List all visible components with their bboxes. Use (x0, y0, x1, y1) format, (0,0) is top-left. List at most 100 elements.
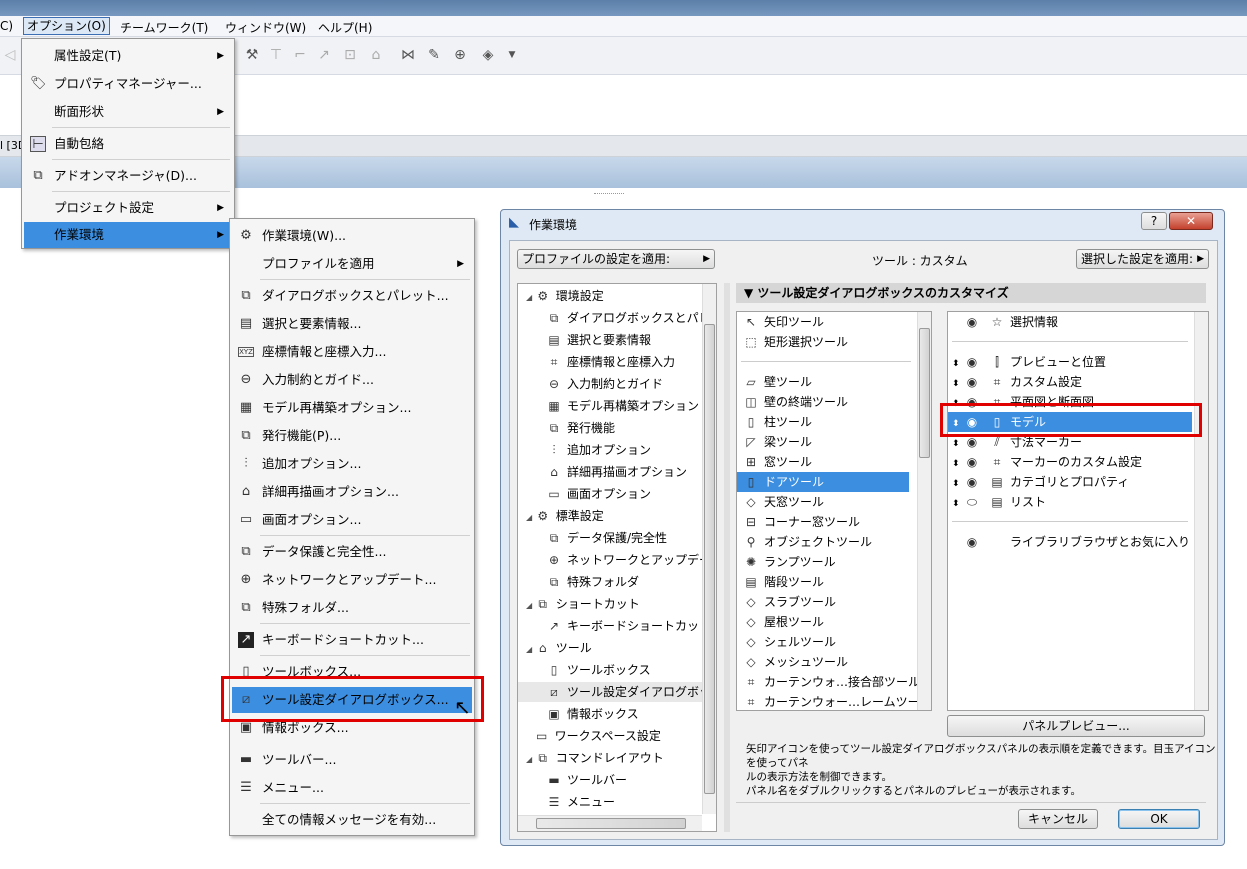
menu-item-constraints[interactable]: ⊖ 入力制約とガイド... (232, 367, 472, 393)
panel-item[interactable]: ⬍ ◉ ⌗ カスタム設定 (948, 372, 1192, 392)
arrow-icon[interactable]: ◁ (2, 47, 18, 63)
panel-item[interactable]: ⬍ ⬭ ▤ リスト (948, 492, 1192, 512)
menu-item-auto-trim[interactable]: ⊢ 自動包絡 (24, 131, 232, 157)
tree-item[interactable]: ◢ ⚙ 環境設定 (526, 286, 604, 306)
tree-item[interactable]: ⌂ 詳細再描画オプション (546, 462, 687, 482)
menu-item-addon-manager[interactable]: ⧉ アドオンマネージャ(D)... (24, 163, 232, 189)
eraser-icon[interactable]: ◈ (480, 47, 496, 63)
reorder-arrows-icon[interactable]: ⬍ (952, 454, 964, 474)
corner-icon[interactable]: ⌐ (292, 47, 308, 63)
eye-icon[interactable]: ◉ (964, 472, 980, 492)
tree-item[interactable]: ⌗ 座標情報と座標入力 (546, 352, 675, 372)
menu-fragment[interactable]: C) (0, 19, 13, 33)
tool-item[interactable]: ▯ 柱ツール (737, 412, 909, 432)
magic-wand-icon[interactable]: ⚒ (244, 47, 260, 63)
tree-item[interactable]: ◢ ⌂ ツール (526, 638, 592, 658)
menu-item-rebuild[interactable]: ▦ モデル再構築オプション... (232, 395, 472, 421)
menu-item-display[interactable]: ▭ 画面オプション... (232, 507, 472, 533)
tree-item[interactable]: ⧉ 特殊フォルダ (546, 572, 639, 592)
tool-item[interactable]: ◇ スラブツール (737, 592, 909, 612)
tree-item[interactable]: ◢ ⚙ 標準設定 (526, 506, 604, 526)
menu-item-special-folders[interactable]: ⧉ 特殊フォルダ... (232, 595, 472, 621)
menu-window[interactable]: ウィンドウ(W) (225, 19, 306, 36)
tree-item[interactable]: ▭ 画面オプション (546, 484, 651, 504)
tool-item[interactable]: ◇ 屋根ツール (737, 612, 909, 632)
eye-icon[interactable]: ◉ (964, 452, 980, 472)
tool-item[interactable]: ◸ 梁ツール (737, 432, 909, 452)
menu-item-profile[interactable]: 断面形状 ▶ (24, 99, 232, 125)
trim-icon[interactable]: ⊤ (268, 47, 284, 63)
tool-item[interactable]: ▯ ドアツール (737, 472, 909, 492)
tool-item[interactable]: ◇ 天窓ツール (737, 492, 909, 512)
tool-item[interactable]: ⚲ オブジェクトツール (737, 532, 909, 552)
reorder-arrows-icon[interactable]: ⬍ (952, 474, 964, 494)
panel-item[interactable]: ◉ ライブラリブラウザとお気に入り (948, 532, 1192, 552)
tree-hscroll[interactable] (518, 815, 702, 831)
tree-item[interactable]: ⧉ 発行機能 (546, 418, 615, 438)
panel-item[interactable]: ⬍ ◉ ⫿ プレビューと位置 (948, 352, 1192, 372)
menu-item-dialog-palette[interactable]: ⧉ ダイアログボックスとパレット... (232, 283, 472, 309)
reorder-arrows-icon[interactable]: ⬍ (952, 354, 964, 374)
reorder-arrows-icon[interactable]: ⬍ (952, 494, 964, 514)
help-button[interactable]: ? (1141, 212, 1167, 230)
tool-item[interactable]: ↖ 矢印ツール (743, 312, 824, 332)
eye-icon[interactable]: ⬭ (964, 492, 980, 512)
reorder-arrows-icon[interactable]: ⬍ (952, 434, 964, 454)
menu-item-project-settings[interactable]: プロジェクト設定 ▶ (24, 195, 232, 221)
split-icon[interactable]: ⊡ (342, 47, 358, 63)
tool-item[interactable]: ▤ 階段ツール (737, 572, 909, 592)
panels-vscroll[interactable] (1194, 312, 1208, 710)
tool-item[interactable]: ⌗ カーテンウォー…レームツール (737, 692, 931, 710)
panel-item[interactable]: ◉ ☆ 選択情報 (948, 312, 1192, 332)
ok-button[interactable]: OK (1118, 809, 1200, 829)
tools-vscroll[interactable] (917, 312, 931, 710)
eye-icon[interactable]: ◉ (964, 532, 980, 552)
eye-icon[interactable]: ◉ (964, 372, 980, 392)
eye-icon[interactable]: ◉ (964, 312, 980, 332)
panel-item[interactable]: ⬍ ◉ ▤ カテゴリとプロパティ (948, 472, 1192, 492)
tree-scroll-thumb[interactable] (704, 324, 715, 794)
menu-item-publish[interactable]: ⧉ 発行機能(P)... (232, 423, 472, 449)
menu-item-network[interactable]: ⊕ ネットワークとアップデート... (232, 567, 472, 593)
tree-item[interactable]: ◢ ⧉ ショートカット (526, 594, 640, 614)
panel-item[interactable]: ⬍ ◉ ⌗ マーカーのカスタム設定 (948, 452, 1192, 472)
tool-item[interactable]: ◇ シェルツール (737, 632, 909, 652)
tree-vscroll[interactable] (702, 284, 716, 814)
menu-item-apply-profile[interactable]: プロファイルを適用 ▶ (232, 251, 472, 277)
splitter[interactable] (724, 283, 730, 832)
tree-item[interactable]: ▯ ツールボックス (546, 660, 651, 680)
menu-item-shortcuts[interactable]: ↗ キーボードショートカット... (232, 627, 472, 653)
tree-item[interactable]: ↗ キーボードショートカット (546, 616, 711, 636)
menu-item-attribute-settings[interactable]: 属性設定(T) ▶ (24, 43, 232, 69)
tool-item[interactable]: ◫ 壁の終端ツール (737, 392, 909, 412)
menu-item-redraw[interactable]: ⌂ 詳細再描画オプション... (232, 479, 472, 505)
tree-item[interactable]: ▦ モデル再構築オプション (546, 396, 699, 416)
menu-item-selection-info[interactable]: ▤ 選択と要素情報... (232, 311, 472, 337)
tree-item[interactable]: ⫶ 追加オプション (546, 440, 651, 460)
tree-item[interactable]: ⊖ 入力制約とガイド (546, 374, 663, 394)
tool-item[interactable]: ▱ 壁ツール (737, 372, 909, 392)
pencil-icon[interactable]: ✎ (426, 47, 442, 63)
tree-item[interactable]: ▬ ツールバー (546, 770, 627, 790)
menu-item-work-env[interactable]: ⚙ 作業環境(W)... (232, 223, 472, 249)
tree-item[interactable]: ▤ 選択と要素情報 (546, 330, 651, 350)
tool-item[interactable]: ⬚ 矩形選択ツール (743, 332, 848, 352)
menu-item-more-options[interactable]: ⫶ 追加オプション... (232, 451, 472, 477)
menu-help[interactable]: ヘルプ(H) (318, 19, 372, 36)
menu-options[interactable]: オプション(O) (23, 17, 110, 35)
tree-item[interactable]: ⧉ダイアログボックスとパレット (546, 308, 716, 328)
eye-icon[interactable]: ◉ (964, 352, 980, 372)
menu-item-toolbar[interactable]: ▬ ツールバー... (232, 747, 472, 773)
tools-scroll-thumb[interactable] (919, 328, 930, 458)
panel-preview-button[interactable]: パネルプレビュー... (947, 715, 1205, 737)
chevron-down-icon[interactable]: ▼ (504, 47, 520, 63)
reorder-arrows-icon[interactable]: ⬍ (952, 374, 964, 394)
house-icon[interactable]: ⌂ (368, 47, 384, 63)
cancel-button[interactable]: キャンセル (1018, 809, 1098, 829)
group-icon[interactable]: ⋈ (400, 47, 416, 63)
lock-icon[interactable]: ⊕ (452, 47, 468, 63)
menu-item-property-manager[interactable]: 🏷 プロパティマネージャー... (24, 71, 232, 97)
menu-item-data-safety[interactable]: ⧉ データ保護と完全性... (232, 539, 472, 565)
tree-item[interactable]: ▣ 情報ボックス (546, 704, 638, 724)
fillet-icon[interactable]: ↗ (316, 47, 332, 63)
